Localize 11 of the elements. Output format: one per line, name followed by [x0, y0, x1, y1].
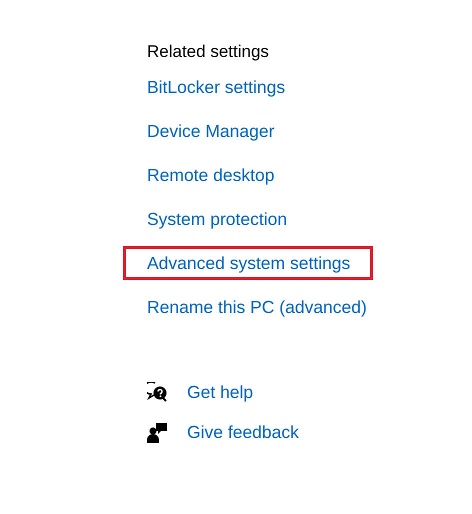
- settings-link[interactable]: Advanced system settings: [123, 246, 374, 280]
- feedback-link[interactable]: Give feedback: [187, 421, 299, 443]
- settings-link[interactable]: System protection: [123, 202, 310, 236]
- help-icon: [147, 382, 168, 402]
- feedback-icon: [147, 422, 168, 442]
- settings-link[interactable]: Remote desktop: [123, 158, 298, 192]
- settings-link[interactable]: BitLocker settings: [123, 70, 308, 104]
- settings-link[interactable]: Rename this PC (advanced): [123, 290, 390, 324]
- settings-link[interactable]: Device Manager: [123, 114, 298, 148]
- section-heading: Related settings: [147, 41, 269, 63]
- help-link[interactable]: Get help: [187, 381, 254, 403]
